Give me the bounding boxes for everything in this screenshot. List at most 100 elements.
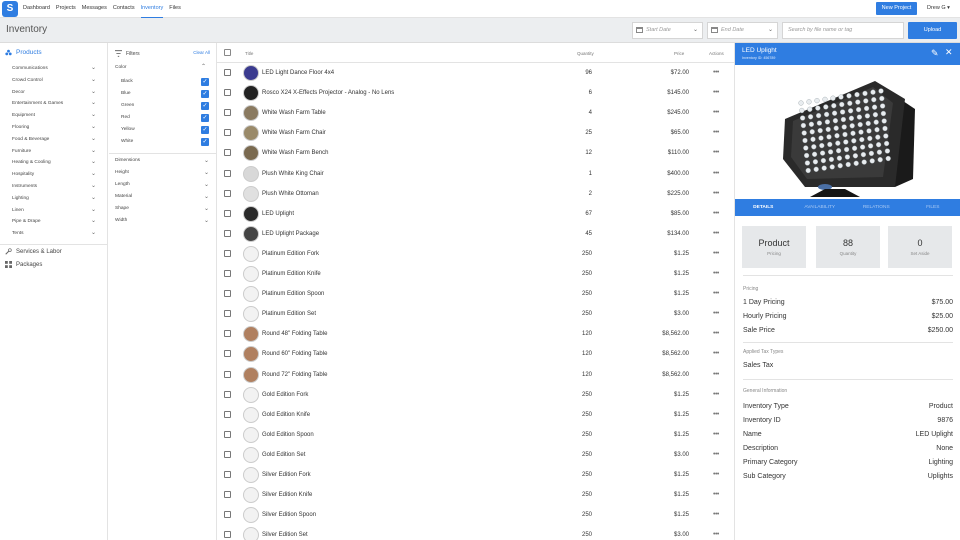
more-actions-icon[interactable]: ••• — [713, 505, 719, 524]
product-name[interactable]: White Wash Farm Bench — [262, 143, 328, 163]
more-actions-icon[interactable]: ••• — [713, 143, 719, 162]
more-actions-icon[interactable]: ••• — [713, 445, 719, 464]
chevron-down-icon[interactable]: ⌄ — [91, 169, 96, 181]
row-checkbox[interactable] — [224, 249, 231, 257]
table-row[interactable]: Rosco X24 X-Effects Projector - Analog -… — [217, 83, 734, 103]
sidebar-category[interactable]: Linen ⌄ — [12, 205, 102, 217]
row-checkbox[interactable] — [224, 531, 231, 539]
row-checkbox[interactable] — [224, 229, 231, 237]
checkbox-checked[interactable]: ✓ — [201, 126, 209, 134]
table-row[interactable]: Platinum Edition Knife 250 $1.25 ••• — [217, 264, 734, 284]
close-icon[interactable]: ✕ — [945, 47, 953, 58]
more-actions-icon[interactable]: ••• — [713, 264, 719, 283]
search-input[interactable]: Search by file name or tag — [782, 22, 904, 39]
nav-link-inventory[interactable]: Inventory — [140, 0, 164, 18]
table-row[interactable]: Gold Edition Set 250 $3.00 ••• — [217, 445, 734, 465]
row-checkbox[interactable] — [224, 370, 231, 378]
table-row[interactable]: Plush White King Chair 1 $400.00 ••• — [217, 164, 734, 184]
table-row[interactable]: Round 60" Folding Table 120 $8,562.00 ••… — [217, 344, 734, 364]
more-actions-icon[interactable]: ••• — [713, 324, 719, 343]
sidebar-category[interactable]: Communications ⌄ — [12, 63, 102, 75]
chevron-down-icon[interactable]: ⌄ — [91, 87, 96, 99]
table-row[interactable]: White Wash Farm Bench 12 $110.00 ••• — [217, 143, 734, 163]
table-row[interactable]: Round 72" Folding Table 120 $8,562.00 ••… — [217, 365, 734, 385]
product-name[interactable]: Platinum Edition Set — [262, 304, 316, 324]
chevron-down-icon[interactable]: ⌄ — [204, 203, 209, 215]
more-actions-icon[interactable]: ••• — [713, 405, 719, 424]
product-name[interactable]: LED Light Dance Floor 4x4 — [262, 63, 334, 83]
chevron-down-icon[interactable]: ⌄ — [204, 215, 209, 227]
chevron-down-icon[interactable]: ⌄ — [91, 205, 96, 217]
color-option[interactable]: Blue ✓ — [121, 88, 209, 100]
tab-availability[interactable]: AVAILABILITY — [792, 199, 849, 216]
table-row[interactable]: Silver Edition Fork 250 $1.25 ••• — [217, 465, 734, 485]
chevron-down-icon[interactable]: ⌄ — [91, 98, 96, 110]
row-checkbox[interactable] — [224, 310, 231, 318]
chevron-down-icon[interactable]: ⌄ — [91, 63, 96, 75]
row-checkbox[interactable] — [224, 290, 231, 298]
filter-group[interactable]: Shape ⌄ — [115, 203, 211, 215]
row-checkbox[interactable] — [224, 430, 231, 438]
nav-link-files[interactable]: Files — [169, 0, 181, 18]
sidebar-category[interactable]: Furniture ⌄ — [12, 146, 102, 158]
table-row[interactable]: Gold Edition Fork 250 $1.25 ••• — [217, 385, 734, 405]
tab-files[interactable]: FILES — [905, 199, 960, 216]
new-project-button[interactable]: New Project — [876, 2, 917, 15]
nav-link-projects[interactable]: Projects — [56, 0, 76, 18]
more-actions-icon[interactable]: ••• — [713, 525, 719, 540]
nav-link-messages[interactable]: Messages — [82, 0, 107, 18]
table-row[interactable]: Silver Edition Set 250 $3.00 ••• — [217, 525, 734, 540]
nav-link-dashboard[interactable]: Dashboard — [23, 0, 50, 18]
product-name[interactable]: Platinum Edition Spoon — [262, 284, 324, 304]
column-quantity[interactable]: Quantity — [577, 51, 594, 56]
chevron-up-icon[interactable]: ⌃ — [201, 63, 206, 70]
edit-icon[interactable]: ✎ — [931, 48, 939, 58]
product-name[interactable]: Silver Edition Fork — [262, 465, 311, 485]
sidebar-category[interactable]: Decor ⌄ — [12, 87, 102, 99]
row-checkbox[interactable] — [224, 450, 231, 458]
sidebar-category[interactable]: Heating & Cooling ⌄ — [12, 157, 102, 169]
chevron-down-icon[interactable]: ⌄ — [91, 157, 96, 169]
table-row[interactable]: Platinum Edition Set 250 $3.00 ••• — [217, 304, 734, 324]
more-actions-icon[interactable]: ••• — [713, 284, 719, 303]
table-row[interactable]: Round 48" Folding Table 120 $8,562.00 ••… — [217, 324, 734, 344]
more-actions-icon[interactable]: ••• — [713, 83, 719, 102]
row-checkbox[interactable] — [224, 491, 231, 499]
more-actions-icon[interactable]: ••• — [713, 204, 719, 223]
product-name[interactable]: Gold Edition Set — [262, 445, 305, 465]
more-actions-icon[interactable]: ••• — [713, 385, 719, 404]
sidebar-category[interactable]: Food & Beverage ⌄ — [12, 134, 102, 146]
select-all-checkbox[interactable] — [224, 49, 231, 56]
product-name[interactable]: Platinum Edition Knife — [262, 264, 321, 284]
product-name[interactable]: Silver Edition Set — [262, 525, 308, 540]
filter-group[interactable]: Height ⌄ — [115, 167, 211, 179]
product-name[interactable]: Plush White King Chair — [262, 164, 324, 184]
table-row[interactable]: LED Uplight 67 $85.00 ••• — [217, 204, 734, 224]
sidebar-category[interactable]: Instruments ⌄ — [12, 181, 102, 193]
chevron-down-icon[interactable]: ⌄ — [91, 216, 96, 228]
product-name[interactable]: Gold Edition Fork — [262, 385, 308, 405]
chevron-down-icon[interactable]: ⌄ — [91, 228, 96, 240]
nav-link-contacts[interactable]: Contacts — [113, 0, 135, 18]
chevron-down-icon[interactable]: ⌄ — [204, 167, 209, 179]
sidebar-category[interactable]: Hospitality ⌄ — [12, 169, 102, 181]
chevron-down-icon[interactable]: ⌄ — [91, 75, 96, 87]
more-actions-icon[interactable]: ••• — [713, 425, 719, 444]
chevron-down-icon[interactable]: ⌄ — [204, 179, 209, 191]
product-name[interactable]: LED Uplight — [262, 204, 294, 224]
row-checkbox[interactable] — [224, 390, 231, 398]
sidebar-packages[interactable]: Packages — [5, 261, 42, 268]
row-checkbox[interactable] — [224, 270, 231, 277]
row-checkbox[interactable] — [224, 149, 231, 157]
product-name[interactable]: LED Uplight Package — [262, 224, 319, 244]
chevron-down-icon[interactable]: ⌄ — [91, 193, 96, 205]
checkbox-checked[interactable]: ✓ — [201, 114, 209, 122]
more-actions-icon[interactable]: ••• — [713, 304, 719, 323]
color-option[interactable]: Green ✓ — [121, 100, 209, 112]
sidebar-category[interactable]: Flooring ⌄ — [12, 122, 102, 134]
table-row[interactable]: LED Uplight Package 45 $134.00 ••• — [217, 224, 734, 244]
product-name[interactable]: Round 48" Folding Table — [262, 324, 327, 344]
product-name[interactable]: Rosco X24 X-Effects Projector - Analog -… — [262, 83, 394, 103]
color-option[interactable]: Black ✓ — [121, 76, 209, 88]
row-checkbox[interactable] — [224, 330, 231, 338]
